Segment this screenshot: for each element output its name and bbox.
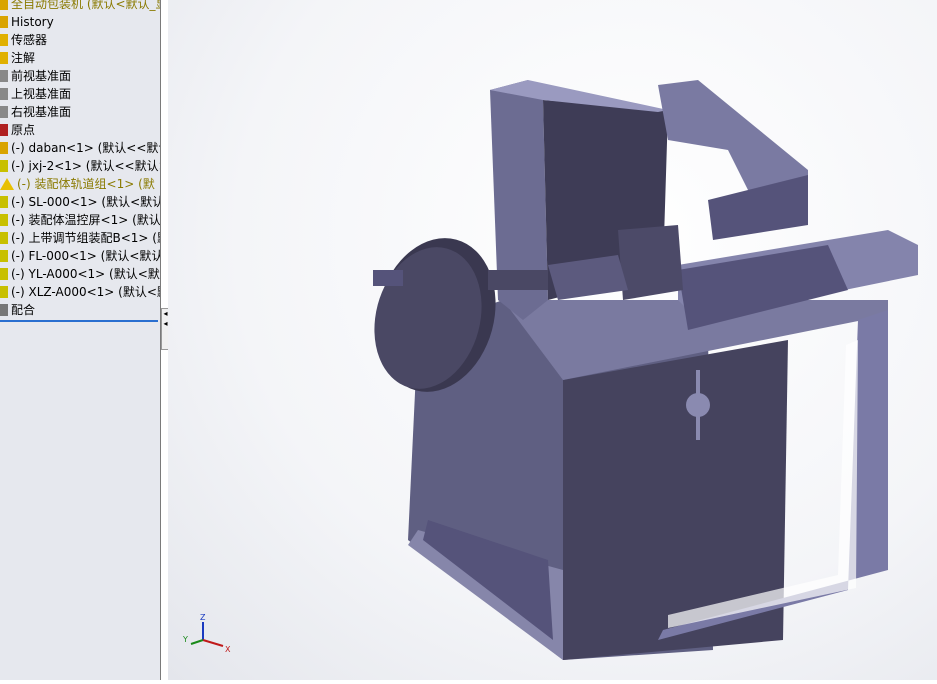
tree-item[interactable]: (-) 上带调节组装配B<1> (默	[0, 229, 161, 247]
assembly-icon	[0, 0, 8, 10]
tree-item-label: 传感器	[11, 33, 48, 47]
triad-y-label: Y	[182, 635, 188, 644]
assembly-icon	[0, 232, 8, 244]
plane-icon	[0, 106, 8, 118]
assembly-icon	[0, 160, 8, 172]
tree-item[interactable]: (-) 装配体轨道组<1> (默	[0, 175, 155, 193]
tree-item[interactable]: (-) XLZ-A000<1> (默认<默	[0, 283, 161, 301]
assembly-icon	[0, 268, 8, 280]
tree-item[interactable]: 传感器	[0, 31, 47, 49]
tree-separator	[0, 320, 158, 322]
tree-item[interactable]: (-) FL-000<1> (默认<默认_	[0, 247, 161, 265]
annotation-folder-icon	[0, 52, 8, 64]
tree-item-label: (-) 上带调节组装配B<1> (默	[11, 231, 161, 245]
plane-icon	[0, 70, 8, 82]
part-icon	[0, 142, 8, 154]
tree-root[interactable]: 全自动包装机 (默认<默认_显	[0, 0, 161, 13]
triad-z-label: Z	[200, 613, 206, 622]
origin-icon	[0, 124, 8, 136]
tree-item[interactable]: (-) daban<1> (默认<<默认	[0, 139, 161, 157]
triad-x-label: X	[225, 645, 231, 654]
view-triad: Z X Y	[182, 613, 231, 654]
assembly-icon	[0, 286, 8, 298]
tree-item[interactable]: History	[0, 13, 54, 31]
tree-item[interactable]: 原点	[0, 121, 35, 139]
mates-icon	[0, 304, 8, 316]
tree-item-label: (-) daban<1> (默认<<默认	[11, 141, 161, 155]
machine-model: Z X Y	[182, 80, 918, 660]
tree-item-label: (-) SL-000<1> (默认<默认_	[11, 195, 161, 209]
tree-item-label: (-) 装配体温控屏<1> (默认<	[11, 213, 161, 227]
warning-icon	[0, 178, 14, 190]
tree-item-label: 上视基准面	[11, 87, 72, 101]
tree-item-label: 右视基准面	[11, 105, 72, 119]
tree-item-label: (-) XLZ-A000<1> (默认<默	[11, 285, 161, 299]
tree-item-label: (-) 装配体轨道组<1> (默	[17, 177, 155, 191]
assembly-icon	[0, 250, 8, 262]
sensor-folder-icon	[0, 34, 8, 46]
tree-item[interactable]: 注解	[0, 49, 35, 67]
tree-item[interactable]: (-) 装配体温控屏<1> (默认<	[0, 211, 161, 229]
history-icon	[0, 16, 8, 28]
feature-manager-tree: 全自动包装机 (默认<默认_显 History 传感器注解前视基准面上视基准面右视…	[0, 0, 161, 680]
root-label: 全自动包装机 (默认<默认_显	[11, 0, 161, 11]
tree-item[interactable]: 右视基准面	[0, 103, 71, 121]
tree-item-label: (-) jxj-2<1> (默认<<默认>	[11, 159, 161, 173]
tree-item[interactable]: 上视基准面	[0, 85, 71, 103]
tree-item-label: 配合	[11, 303, 36, 317]
assembly-icon	[0, 196, 8, 208]
tree-item-label: 注解	[11, 51, 36, 65]
top-bridge	[658, 80, 808, 240]
tree-item-label: 前视基准面	[11, 69, 72, 83]
assembly-icon	[0, 214, 8, 226]
tree-item[interactable]: (-) YL-A000<1> (默认<默认	[0, 265, 161, 283]
graphics-viewport[interactable]: Z X Y	[168, 0, 937, 680]
tree-item[interactable]: 配合	[0, 301, 35, 319]
plane-icon	[0, 88, 8, 100]
tree-item-label: History	[11, 15, 54, 29]
tree-item-label: (-) FL-000<1> (默认<默认_	[11, 249, 161, 263]
tree-item-label: 原点	[11, 123, 36, 137]
tree-item[interactable]: (-) SL-000<1> (默认<默认_	[0, 193, 161, 211]
tree-item[interactable]: 前视基准面	[0, 67, 71, 85]
tree-item[interactable]: (-) jxj-2<1> (默认<<默认>	[0, 157, 161, 175]
tree-item-label: (-) YL-A000<1> (默认<默认	[11, 267, 161, 281]
